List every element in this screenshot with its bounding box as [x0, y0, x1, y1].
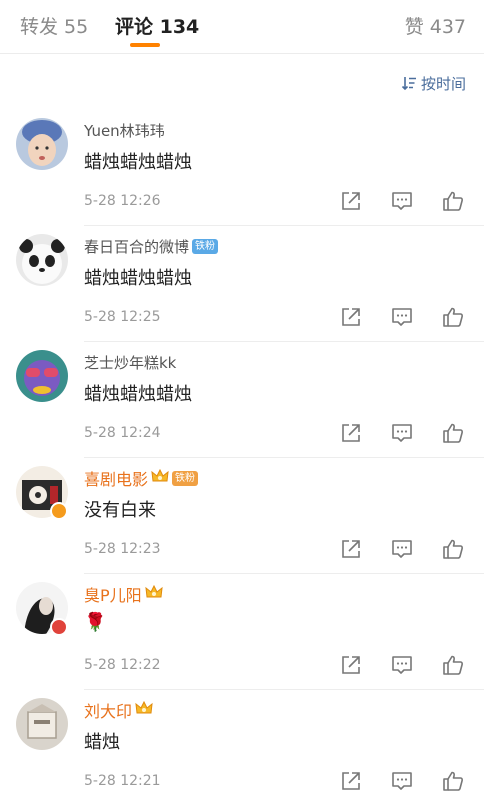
comment-item: 喜剧电影 铁粉 没有白来 5-28 12:23 [0, 466, 484, 582]
username[interactable]: 臭P儿阳 [84, 582, 142, 606]
verified-badge-icon [50, 618, 68, 636]
like-icon[interactable] [440, 304, 466, 330]
comment-item: 刘大印 蜡烛 5-28 12:21 [0, 698, 484, 800]
username[interactable]: 芝士炒年糕kk [84, 352, 176, 373]
share-icon[interactable] [338, 420, 364, 446]
comment-time: 5-28 12:26 [84, 193, 161, 209]
like-icon[interactable] [440, 536, 466, 562]
comment-item: 春日百合的微博 铁粉 蜡烛蜡烛蜡烛 5-28 12:25 [0, 234, 484, 350]
comment-time: 5-28 12:22 [84, 657, 161, 673]
crown-icon [145, 584, 163, 604]
reply-icon[interactable] [389, 420, 415, 446]
divider [84, 689, 484, 690]
like-icon[interactable] [440, 652, 466, 678]
divider [84, 457, 484, 458]
avatar[interactable] [16, 350, 68, 402]
crown-icon [151, 468, 169, 488]
sort-label: 按时间 [420, 74, 466, 93]
username[interactable]: 喜剧电影 [84, 466, 148, 490]
tab-comment[interactable]: 评论 134 [115, 12, 199, 39]
comment-time: 5-28 12:25 [84, 309, 161, 325]
username[interactable]: Yuen林玮玮 [84, 120, 165, 141]
sort-by-time-button[interactable]: 按时间 [401, 72, 466, 94]
reply-icon[interactable] [389, 304, 415, 330]
tab-like[interactable]: 赞 437 [405, 12, 466, 39]
share-icon[interactable] [338, 536, 364, 562]
active-tab-indicator [130, 43, 160, 47]
reply-icon[interactable] [389, 188, 415, 214]
comment-item: 臭P儿阳 🌹 5-28 12:22 [0, 582, 484, 698]
username[interactable]: 春日百合的微博 [84, 236, 189, 257]
reply-icon[interactable] [389, 768, 415, 794]
verified-badge-icon [50, 502, 68, 520]
reply-icon[interactable] [389, 536, 415, 562]
comment-item: 芝士炒年糕kk 蜡烛蜡烛蜡烛 5-28 12:24 [0, 350, 484, 466]
like-icon[interactable] [440, 768, 466, 794]
comment-time: 5-28 12:21 [84, 773, 161, 789]
share-icon[interactable] [338, 768, 364, 794]
comment-time: 5-28 12:23 [84, 541, 161, 557]
comment-text: 没有白来 [84, 500, 156, 521]
avatar[interactable] [16, 118, 68, 170]
share-icon[interactable] [338, 652, 364, 678]
comment-item: Yuen林玮玮 蜡烛蜡烛蜡烛 5-28 12:26 [0, 118, 484, 234]
share-icon[interactable] [338, 304, 364, 330]
comment-text: 蜡烛 [84, 732, 120, 753]
comment-text: 蜡烛蜡烛蜡烛 [84, 152, 192, 173]
username[interactable]: 刘大印 [84, 698, 132, 722]
like-icon[interactable] [440, 420, 466, 446]
fan-badge: 铁粉 [192, 238, 219, 254]
avatar[interactable] [16, 698, 68, 750]
divider [84, 341, 484, 342]
divider [84, 225, 484, 226]
comment-text: 蜡烛蜡烛蜡烛 [84, 384, 192, 405]
share-icon[interactable] [338, 188, 364, 214]
tab-repost[interactable]: 转发 55 [20, 12, 88, 39]
divider [84, 573, 484, 574]
reply-icon[interactable] [389, 652, 415, 678]
avatar[interactable] [16, 234, 68, 286]
comment-text: 🌹 [84, 612, 107, 633]
crown-icon [135, 700, 153, 720]
comment-tabs: 转发 55 评论 134 赞 437 [0, 0, 484, 54]
like-icon[interactable] [440, 188, 466, 214]
fan-badge: 铁粉 [172, 470, 199, 486]
comment-text: 蜡烛蜡烛蜡烛 [84, 268, 192, 289]
comment-time: 5-28 12:24 [84, 425, 161, 441]
sort-icon [401, 75, 417, 91]
